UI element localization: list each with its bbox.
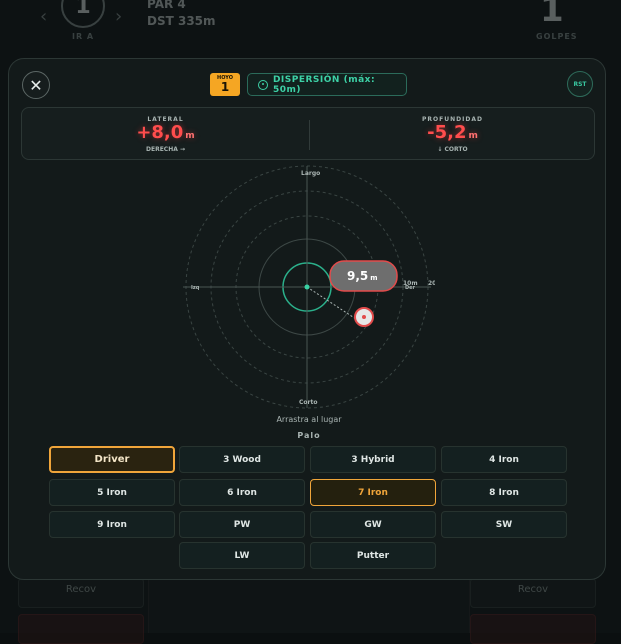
label-left: Izq [191, 285, 200, 291]
bg-hole-sub: IR A [72, 32, 95, 41]
lateral-value: +8,0 m [22, 123, 309, 146]
club-button-3-wood[interactable]: 3 Wood [179, 446, 305, 473]
club-button-6-iron[interactable]: 6 Iron [179, 479, 305, 506]
depth-value: -5,2 m [309, 123, 596, 146]
lateral-stat: LATERAL +8,0 m DERECHA → [22, 108, 309, 161]
lateral-number: +8,0 [136, 122, 184, 143]
club-button-4-iron[interactable]: 4 Iron [441, 446, 567, 473]
close-icon: ✕ [29, 75, 43, 95]
bg-strokes: 1 [540, 0, 564, 30]
lateral-unit: m [185, 131, 195, 141]
shot-marker-core [362, 315, 366, 319]
depth-title: PROFUNDIDAD [422, 116, 483, 123]
bg-middle-panel [148, 578, 470, 633]
club-button-putter[interactable]: Putter [310, 542, 436, 569]
club-button-pw[interactable]: PW [179, 511, 305, 538]
bg-hole-number: 1 [61, 0, 105, 28]
bg-strokes-sub: GOLPES [536, 32, 578, 41]
club-button-8-iron[interactable]: 8 Iron [441, 479, 567, 506]
distance-line [306, 286, 357, 320]
label-10m: 10m [403, 280, 418, 287]
chevron-left-icon: ‹ [40, 6, 48, 27]
club-button-gw[interactable]: GW [310, 511, 436, 538]
stats-panel: LATERAL +8,0 m DERECHA → PROFUNDIDAD -5,2… [21, 107, 595, 160]
chevron-right-icon: › [115, 6, 123, 27]
hole-badge: HOYO 1 [210, 73, 240, 96]
depth-number: -5,2 [427, 122, 467, 143]
bg-left-red-card [18, 614, 144, 644]
club-button-driver[interactable]: Driver [49, 446, 175, 473]
label-top: Largo [301, 170, 320, 177]
dispersion-target[interactable]: Largo Corto Izq Der 10m 20m 9,5m [179, 164, 435, 410]
target-icon [258, 79, 268, 90]
bg-right-red-card [470, 614, 596, 644]
lateral-direction: DERECHA → [146, 146, 185, 153]
dispersion-label: DISPERSIÓN (máx: 50m) [272, 74, 376, 95]
bg-right-card: Recov [470, 578, 596, 608]
bg-distance: DST 335m [147, 14, 216, 28]
club-button-7-iron[interactable]: 7 Iron [310, 479, 436, 506]
drag-hint: Arrastra al lugar [276, 415, 342, 424]
background-scoreboard: ‹ 1 › IR A PAR 4 DST 335m 1 GOLPES [0, 0, 621, 60]
background-bottom-panels: Recov Recov [0, 578, 621, 644]
depth-direction: ↓ CORTO [437, 146, 468, 153]
dispersion-pill: DISPERSIÓN (máx: 50m) [247, 73, 407, 96]
bg-par: PAR 4 [147, 0, 186, 11]
club-button-3-hybrid[interactable]: 3 Hybrid [310, 446, 436, 473]
club-button-lw[interactable]: LW [179, 542, 305, 569]
close-button[interactable]: ✕ [22, 71, 50, 99]
label-bottom: Corto [299, 399, 317, 406]
label-20m: 20m [428, 280, 435, 287]
lateral-title: LATERAL [147, 116, 184, 123]
reset-button[interactable]: RST [567, 71, 593, 97]
club-button-5-iron[interactable]: 5 Iron [49, 479, 175, 506]
club-button-9-iron[interactable]: 9 Iron [49, 511, 175, 538]
dispersion-modal: ✕ HOYO 1 DISPERSIÓN (máx: 50m) RST LATER… [8, 58, 606, 580]
target-center-dot [304, 284, 310, 290]
depth-unit: m [468, 131, 478, 141]
depth-stat: PROFUNDIDAD -5,2 m ↓ CORTO [309, 108, 596, 161]
club-section-title: Palo [297, 431, 321, 440]
hole-badge-number: 1 [220, 80, 230, 94]
bg-left-card: Recov [18, 578, 144, 608]
club-button-sw[interactable]: SW [441, 511, 567, 538]
